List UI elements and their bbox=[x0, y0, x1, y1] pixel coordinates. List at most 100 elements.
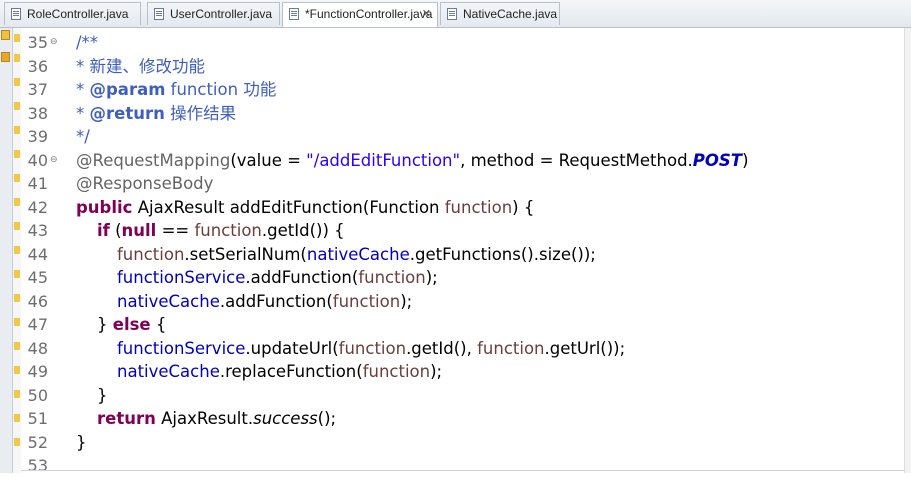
line-number: 36 bbox=[27, 56, 48, 76]
code-line[interactable]: 38 * @return 操作结果 bbox=[21, 102, 905, 125]
annotation-marker bbox=[14, 438, 20, 446]
code-line[interactable]: 44 function.setSerialNum(nativeCache.getF… bbox=[21, 243, 905, 266]
code-line[interactable]: 53 bbox=[21, 454, 905, 477]
code-text: return AjaxResult.success(); bbox=[97, 407, 336, 430]
code-token: POST bbox=[692, 150, 743, 170]
tab-role-controller[interactable]: RoleController.java bbox=[4, 2, 141, 25]
code-line[interactable]: 35 ⊖ /** bbox=[21, 31, 905, 54]
line-number: 52 bbox=[27, 432, 48, 452]
code-token: , method = RequestMethod. bbox=[460, 150, 693, 170]
code-token: function bbox=[362, 362, 431, 381]
code-token: function bbox=[332, 291, 401, 311]
code-token: ) { bbox=[512, 197, 535, 217]
fold-collapse-icon[interactable]: ⊖ bbox=[50, 149, 58, 172]
java-file-icon bbox=[11, 8, 21, 20]
code-text: @ResponseBody bbox=[76, 172, 213, 195]
code-token: == bbox=[156, 221, 195, 240]
code-token: .addFunction( bbox=[219, 291, 333, 311]
annotation-marker bbox=[14, 222, 20, 230]
code-token: @param bbox=[89, 80, 166, 99]
code-token: null bbox=[121, 221, 157, 240]
editor-bottom-border bbox=[21, 470, 905, 471]
code-token: (); bbox=[317, 409, 337, 428]
code-token: functionService bbox=[117, 338, 246, 358]
code-line[interactable]: 36 * 新建、修改功能 bbox=[21, 55, 905, 78]
annotation-marker bbox=[14, 78, 20, 86]
line-number: 43 bbox=[27, 221, 48, 240]
tab-label: *FunctionController.java bbox=[305, 7, 433, 21]
vertical-scrollbar[interactable] bbox=[904, 28, 911, 473]
code-token: */ bbox=[76, 127, 90, 146]
code-text: * 新建、修改功能 bbox=[76, 55, 205, 78]
code-line[interactable]: 51 return AjaxResult.success(); bbox=[21, 407, 905, 430]
tab-label: NativeCache.java bbox=[463, 7, 558, 21]
line-number: 45 bbox=[27, 268, 48, 287]
code-token: "/addEditFunction" bbox=[306, 150, 461, 170]
code-line[interactable]: 39 */ bbox=[21, 125, 905, 148]
editor-tab-bar: RoleController.java UserController.java … bbox=[0, 0, 911, 28]
java-file-icon bbox=[154, 8, 164, 20]
code-token: else bbox=[112, 315, 151, 334]
code-token: .addFunction( bbox=[245, 268, 359, 287]
bookmark-icon bbox=[1, 30, 10, 40]
code-line[interactable]: 40 ⊖ @RequestMapping(value = "/addEditFunc… bbox=[21, 149, 905, 172]
code-token: return bbox=[97, 409, 156, 428]
annotation-marker bbox=[14, 414, 20, 422]
tab-native-cache[interactable]: NativeCache.java bbox=[440, 2, 560, 25]
code-line[interactable]: 48 functionService.updateUrl(function.get… bbox=[21, 337, 905, 360]
code-token: .getFunctions().size()); bbox=[409, 244, 596, 264]
code-token: ( bbox=[109, 221, 122, 240]
code-line[interactable]: 45 functionService.addFunction(function); bbox=[21, 266, 905, 289]
code-line[interactable]: 46 nativeCache.addFunction(function); bbox=[21, 290, 905, 313]
code-line[interactable]: 50} bbox=[21, 384, 905, 407]
close-tab-icon[interactable]: ✕ bbox=[422, 3, 431, 26]
code-text: */ bbox=[76, 125, 90, 148]
code-token: function bbox=[358, 268, 426, 287]
code-text: functionService.updateUrl( function.getId… bbox=[117, 337, 625, 360]
code-line[interactable]: 52} bbox=[21, 431, 905, 454]
annotation-marker bbox=[14, 366, 20, 374]
tab-function-controller[interactable]: *FunctionController.java ✕ bbox=[282, 2, 438, 27]
overview-ruler bbox=[13, 28, 21, 473]
code-token: nativeCache bbox=[117, 362, 220, 381]
code-token: ) bbox=[742, 150, 749, 170]
tab-label: RoleController.java bbox=[27, 7, 129, 21]
code-token: @return bbox=[89, 103, 165, 123]
tab-label: UserController.java bbox=[170, 7, 273, 21]
annotation-marker bbox=[14, 174, 20, 182]
line-number: 44 bbox=[27, 244, 48, 264]
code-token: .getUrl()); bbox=[544, 338, 626, 358]
code-text: functionService.addFunction(function); bbox=[117, 266, 438, 289]
code-token: .updateUrl( bbox=[245, 338, 339, 358]
code-token: @RequestMapping bbox=[76, 150, 231, 170]
line-number: 47 bbox=[27, 315, 48, 334]
line-number: 46 bbox=[27, 291, 48, 311]
annotation-marker bbox=[14, 270, 20, 278]
code-token: function bbox=[477, 338, 545, 358]
line-number: 49 bbox=[27, 362, 48, 381]
code-text: } else { bbox=[97, 313, 166, 336]
warning-marker-icon bbox=[1, 52, 10, 62]
annotation-marker bbox=[14, 342, 20, 350]
line-number: 42 bbox=[27, 197, 48, 217]
code-token: nativeCache bbox=[117, 291, 220, 311]
code-line[interactable]: 49 nativeCache.replaceFunction(function); bbox=[21, 360, 905, 383]
line-number: 40 bbox=[27, 150, 48, 170]
code-line[interactable]: 42 public AjaxResult addEditFunction(Func… bbox=[21, 196, 905, 219]
tab-user-controller[interactable]: UserController.java bbox=[147, 2, 280, 25]
code-text: } bbox=[76, 431, 87, 454]
annotation-marker bbox=[14, 34, 20, 42]
java-file-icon bbox=[447, 8, 457, 20]
code-token: if bbox=[97, 221, 110, 240]
fold-collapse-icon[interactable]: ⊖ bbox=[50, 31, 58, 54]
code-token: functionService bbox=[117, 268, 246, 287]
code-token: .getId(), bbox=[406, 338, 478, 358]
code-line[interactable]: 43 if (null == function.getId()) { bbox=[21, 219, 905, 242]
code-line[interactable]: 47} else { bbox=[21, 313, 905, 336]
code-token: } bbox=[97, 315, 113, 334]
code-token: { bbox=[150, 315, 167, 334]
code-text: /** bbox=[76, 31, 98, 54]
code-line[interactable]: 37 * @param function 功能 bbox=[21, 78, 905, 101]
code-line[interactable]: 41 @ResponseBody bbox=[21, 172, 905, 195]
code-text: public AjaxResult addEditFunction(Functi… bbox=[76, 196, 534, 219]
